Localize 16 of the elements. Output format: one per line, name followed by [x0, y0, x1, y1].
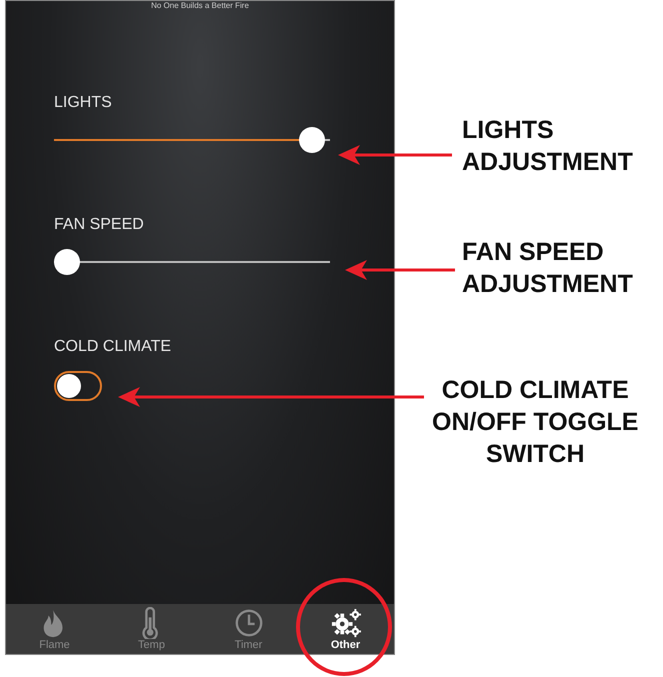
slider-thumb[interactable] [299, 127, 325, 153]
callout-text: LIGHTS ADJUSTMENT [462, 115, 633, 178]
tab[interactable]: Flame [6, 604, 103, 654]
slider-thumb[interactable] [54, 249, 80, 275]
tab[interactable]: Timer [200, 604, 297, 654]
clock-icon [234, 607, 264, 639]
tab[interactable]: Temp [103, 604, 200, 654]
setting-label: FAN SPEED [54, 215, 145, 235]
callout-text: FAN SPEED ADJUSTMENT [462, 237, 633, 300]
setting-label: LIGHTS [54, 93, 113, 113]
setting-label: COLD CLIMATE [54, 337, 172, 357]
toggle-switch[interactable] [54, 371, 102, 401]
tab[interactable]: Other [297, 604, 394, 654]
settings-icon [330, 607, 360, 639]
callout-text: COLD CLIMATE ON/OFF TOGGLE SWITCH [432, 375, 638, 470]
tagline: No One Builds a Better Fire [150, 1, 250, 11]
